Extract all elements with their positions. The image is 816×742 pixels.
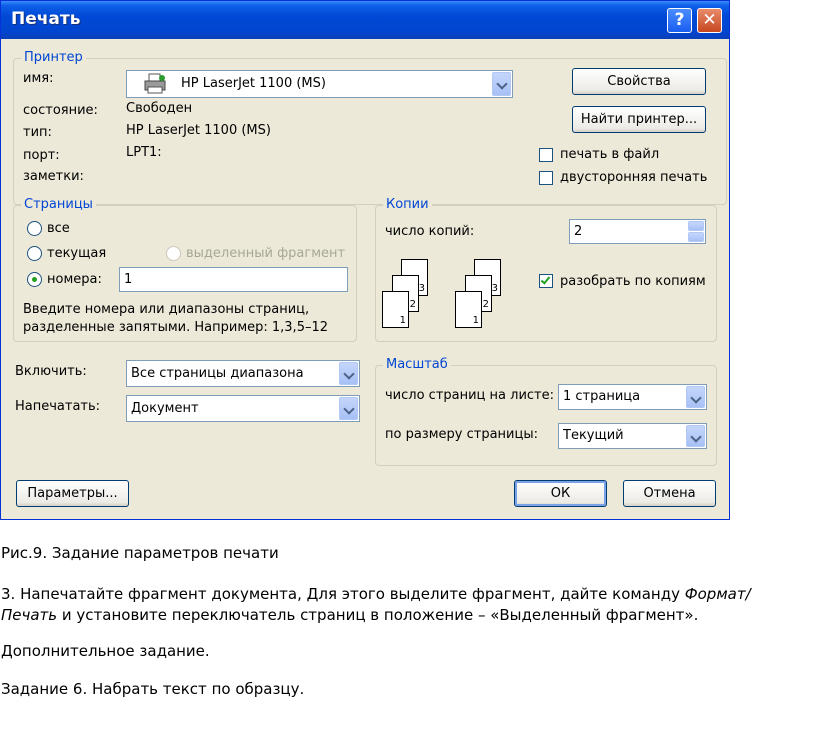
include-value: Все страницы диапазона: [131, 366, 304, 381]
duplex-checkbox[interactable]: [539, 171, 553, 185]
spin-down-icon[interactable]: [688, 232, 704, 242]
printer-name-label: имя:: [23, 71, 54, 86]
title-bar: Печать ? ✕: [1, 1, 729, 39]
pages-current-label[interactable]: текущая: [47, 246, 106, 261]
task-3-text-part2: и установите переключатель страниц в пол…: [57, 606, 699, 624]
task-3-text-part1: 3. Напечатайте фрагмент документа, Для э…: [1, 585, 685, 603]
printer-status-value: Свободен: [126, 101, 193, 116]
fit-to-page-value: Текущий: [563, 428, 624, 443]
printer-port-value: LPT1:: [126, 145, 162, 160]
paragraph-task-6: Задание 6. Набрать текст по образцу.: [1, 680, 305, 698]
task-3-menu-command-2: Печать: [1, 606, 58, 624]
pages-per-sheet-select[interactable]: 1 страница: [558, 384, 707, 410]
print-to-file-label[interactable]: печать в файл: [560, 147, 659, 162]
printer-port-label: порт:: [23, 148, 60, 163]
pages-all-radio[interactable]: [27, 221, 42, 236]
pages-selection-radio: [166, 246, 181, 261]
properties-button[interactable]: Свойства: [572, 68, 706, 95]
print-what-select[interactable]: Документ: [126, 395, 360, 422]
paragraph-task-3: 3. Напечатайте фрагмент документа, Для э…: [1, 584, 751, 626]
print-what-value: Документ: [131, 401, 199, 416]
chevron-down-icon[interactable]: [686, 425, 705, 447]
find-printer-button[interactable]: Найти принтер...: [572, 106, 706, 133]
collate-page: 1: [382, 291, 409, 328]
include-label: Включить:: [15, 364, 87, 379]
collate-page: 1: [455, 291, 482, 328]
dialog-content: Принтер имя: HP LaserJet 1100 (MS) состо…: [5, 41, 727, 517]
dialog-title: Печать: [11, 9, 81, 29]
chevron-down-icon[interactable]: [339, 362, 358, 385]
paragraph-additional-task: Дополнительное задание.: [1, 642, 210, 660]
pages-selection-label: выделенный фрагмент: [186, 246, 346, 261]
task-3-menu-command-1: Формат/: [684, 585, 751, 603]
chevron-down-icon[interactable]: [686, 386, 705, 408]
printer-name-value: HP LaserJet 1100 (MS): [181, 76, 326, 91]
pages-current-radio[interactable]: [27, 246, 42, 261]
pages-hint-line1: Введите номера или диапазоны страниц,: [23, 302, 310, 317]
cancel-button[interactable]: Отмена: [623, 480, 716, 507]
collate-checkbox[interactable]: [539, 274, 553, 288]
page-numbers-input[interactable]: 1: [119, 267, 348, 292]
printer-icon: [144, 73, 166, 94]
fit-to-page-select[interactable]: Текущий: [558, 423, 707, 449]
collate-label[interactable]: разобрать по копиям: [560, 274, 706, 289]
chevron-down-icon[interactable]: [339, 397, 358, 420]
figure-caption: Рис.9. Задание параметров печати: [1, 544, 279, 562]
include-select[interactable]: Все страницы диапазона: [126, 360, 360, 387]
pages-per-sheet-value: 1 страница: [563, 389, 641, 404]
copies-legend: Копии: [383, 197, 432, 212]
chevron-down-icon[interactable]: [492, 72, 511, 96]
scale-group: Масштаб: [375, 357, 717, 466]
printer-name-select[interactable]: HP LaserJet 1100 (MS): [126, 70, 513, 98]
print-what-label: Напечатать:: [15, 399, 101, 414]
pages-legend: Страницы: [21, 197, 96, 212]
printer-type-label: тип:: [23, 125, 52, 140]
print-dialog: Печать ? ✕ Принтер имя: HP LaserJet 1100…: [0, 0, 730, 520]
pages-hint-line2: разделенные запятыми. Например: 1,3,5–12: [23, 320, 329, 335]
copies-count-label: число копий:: [385, 224, 475, 239]
help-button[interactable]: ?: [667, 8, 692, 33]
pages-numbers-label[interactable]: номера:: [47, 272, 102, 287]
pages-all-label[interactable]: все: [47, 221, 70, 236]
printer-status-label: состояние:: [23, 103, 98, 118]
options-button[interactable]: Параметры...: [16, 480, 129, 507]
spin-up-icon[interactable]: [688, 221, 704, 231]
print-to-file-checkbox[interactable]: [539, 148, 553, 162]
pages-numbers-radio[interactable]: [27, 272, 42, 287]
close-button[interactable]: ✕: [697, 8, 722, 33]
printer-legend: Принтер: [21, 50, 86, 65]
scale-legend: Масштаб: [383, 357, 451, 372]
printer-type-value: HP LaserJet 1100 (MS): [126, 123, 271, 138]
duplex-label[interactable]: двусторонняя печать: [560, 170, 707, 185]
pages-per-sheet-label: число страниц на листе:: [385, 388, 554, 403]
check-icon: [540, 274, 551, 285]
copies-count-input[interactable]: 2: [569, 219, 706, 244]
fit-to-page-label: по размеру страницы:: [385, 427, 538, 442]
printer-notes-label: заметки:: [23, 169, 84, 184]
ok-button[interactable]: ОК: [514, 480, 607, 507]
